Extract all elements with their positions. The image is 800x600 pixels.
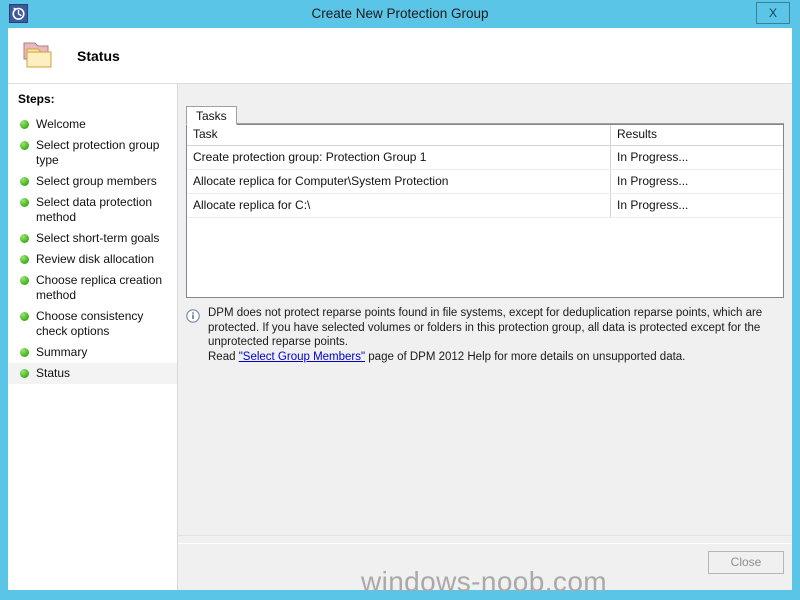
sidebar-item-label: Select data protection method [36,195,153,224]
step-bullet-icon [20,234,29,243]
column-header-results[interactable]: Results [611,125,782,145]
info-suffix: page of DPM 2012 Help for more details o… [365,350,686,363]
steps-list: Welcome Select protection group type Sel… [8,114,177,384]
footer-separator [178,535,792,536]
cell-result: In Progress... [617,150,689,164]
folder-icon [21,40,55,72]
window-close-button[interactable]: X [756,2,790,24]
sidebar-item-label: Summary [36,345,88,359]
info-text: DPM does not protect reparse points foun… [208,306,778,364]
column-header-task[interactable]: Task [187,125,611,145]
steps-sidebar: Steps: Welcome Select protection group t… [8,84,178,590]
client-area: Status Steps: Welcome Select protection … [8,28,792,597]
sidebar-item-select-short-term-goals[interactable]: Select short-term goals [8,228,177,249]
sidebar-item-label: Select protection group type [36,138,160,167]
close-button[interactable]: Close [708,551,784,574]
table-header-row: Task Results [187,125,783,146]
sidebar-item-label: Welcome [36,117,86,131]
table-row[interactable]: Allocate replica for Computer\System Pro… [187,170,783,194]
page-header: Status [8,28,792,84]
cell-task: Allocate replica for Computer\System Pro… [187,170,611,193]
information-icon [186,309,200,323]
step-bullet-icon [20,312,29,321]
step-bullet-icon [20,141,29,150]
tasks-table: Task Results Create protection group: Pr… [186,124,784,298]
info-prefix: Read [208,350,239,363]
dialog-window: Create New Protection Group X Status Ste… [0,0,800,600]
sidebar-item-label: Select short-term goals [36,231,160,245]
sidebar-item-choose-replica-creation-method[interactable]: Choose replica creation method [8,270,177,306]
step-bullet-icon [20,276,29,285]
table-row[interactable]: Create protection group: Protection Grou… [187,146,783,170]
table-row[interactable]: Allocate replica for C:\ In Progress... [187,194,783,218]
sidebar-item-select-protection-group-type[interactable]: Select protection group type [8,135,177,171]
select-group-members-link[interactable]: "Select Group Members" [239,351,365,363]
watermark: windows-noob.com [360,566,608,597]
cell-task: Allocate replica for C:\ [187,194,611,217]
sidebar-item-label: Choose consistency check options [36,309,144,338]
sidebar-item-welcome[interactable]: Welcome [8,114,177,135]
step-bullet-icon [20,198,29,207]
steps-label: Steps: [18,92,55,106]
step-bullet-icon [20,177,29,186]
sidebar-item-select-group-members[interactable]: Select group members [8,171,177,192]
info-paragraph-1: DPM does not protect reparse points foun… [208,307,763,348]
main-panel: Tasks Task Results Create protection gro… [178,84,792,597]
step-bullet-icon [20,348,29,357]
cell-result: In Progress... [617,198,689,212]
title-bar: Create New Protection Group X [0,0,800,28]
sidebar-item-choose-consistency-check-options[interactable]: Choose consistency check options [8,306,177,342]
info-notice: DPM does not protect reparse points foun… [186,306,784,368]
sidebar-item-select-data-protection-method[interactable]: Select data protection method [8,192,177,228]
cell-result: In Progress... [617,174,689,188]
step-bullet-icon [20,120,29,129]
footer-separator-highlight [178,543,792,544]
page-title: Status [77,48,120,64]
sidebar-item-status[interactable]: Status [8,363,177,384]
sidebar-item-label: Review disk allocation [36,252,155,266]
sidebar-item-label: Select group members [36,174,157,188]
sidebar-item-review-disk-allocation[interactable]: Review disk allocation [8,249,177,270]
cell-task: Create protection group: Protection Grou… [187,146,611,169]
step-bullet-icon [20,369,29,378]
tab-tasks[interactable]: Tasks [186,106,237,125]
window-title: Create New Protection Group [311,6,489,21]
info-paragraph-2: Read "Select Group Members" page of DPM … [208,350,778,365]
sidebar-item-summary[interactable]: Summary [8,342,177,363]
sidebar-item-label: Choose replica creation method [36,273,163,302]
step-bullet-icon [20,255,29,264]
sidebar-item-label: Status [36,366,71,380]
